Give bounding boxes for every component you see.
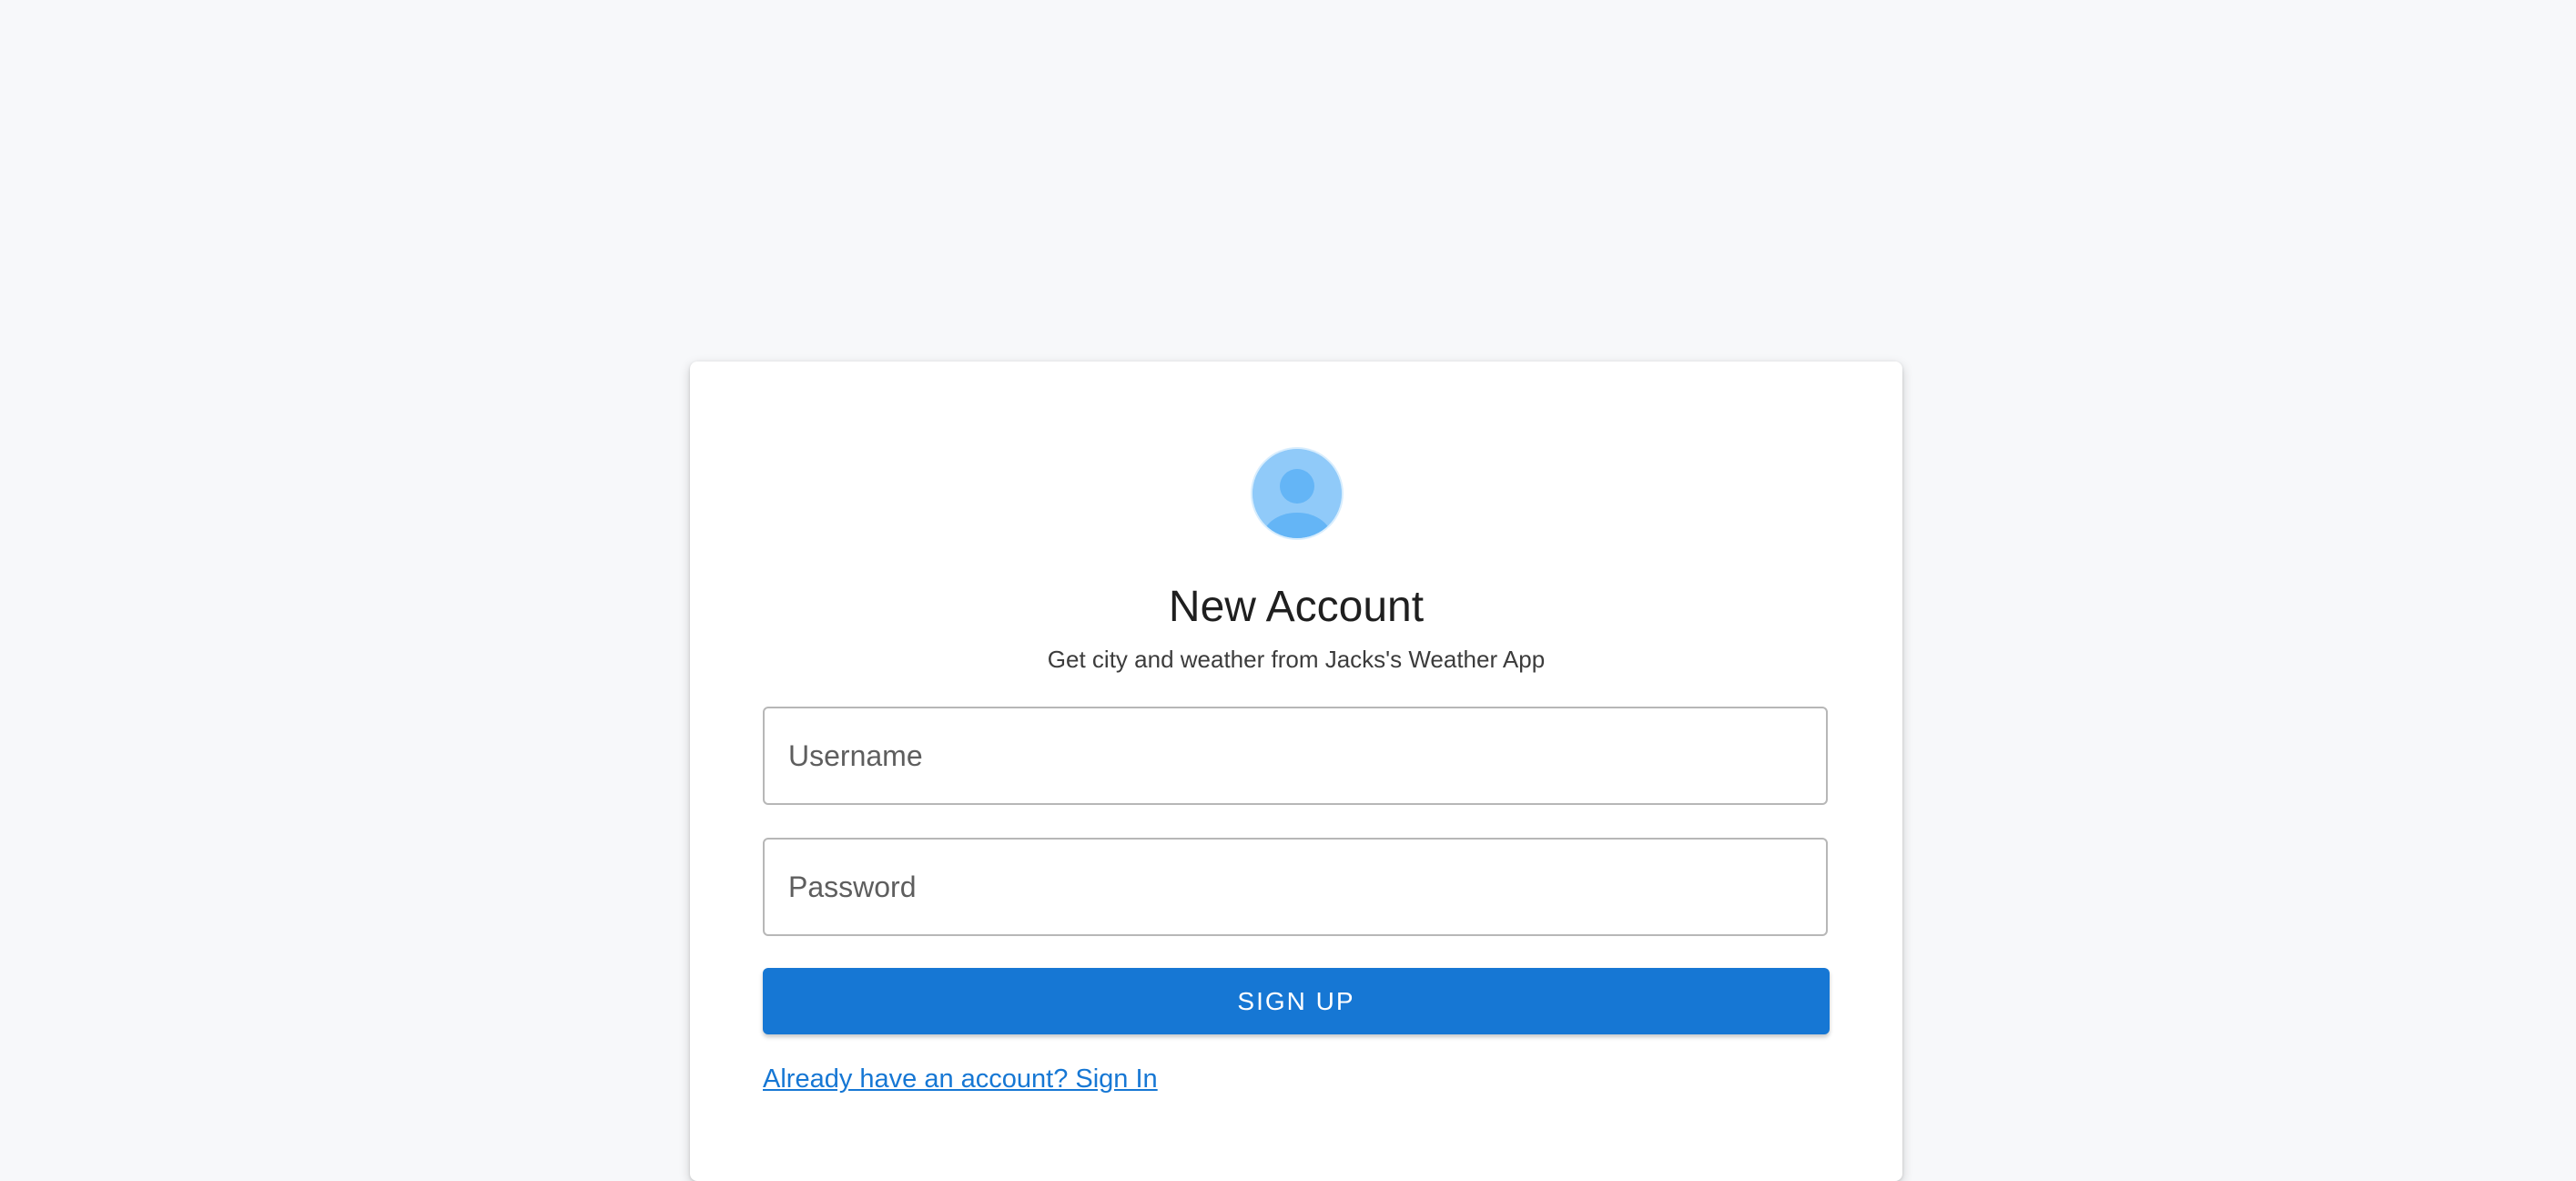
page-title: New Account	[1168, 583, 1425, 631]
sign-in-link[interactable]: Already have an account? Sign In	[763, 1064, 1158, 1094]
user-avatar-icon	[1253, 449, 1342, 538]
sign-up-button[interactable]: SIGN UP	[763, 968, 1830, 1034]
username-input[interactable]	[763, 707, 1828, 805]
page-subtitle: Get city and weather from Jacks's Weathe…	[1047, 646, 1546, 673]
signup-card: New Account Get city and weather from Ja…	[690, 361, 1902, 1181]
password-input[interactable]	[763, 838, 1828, 936]
